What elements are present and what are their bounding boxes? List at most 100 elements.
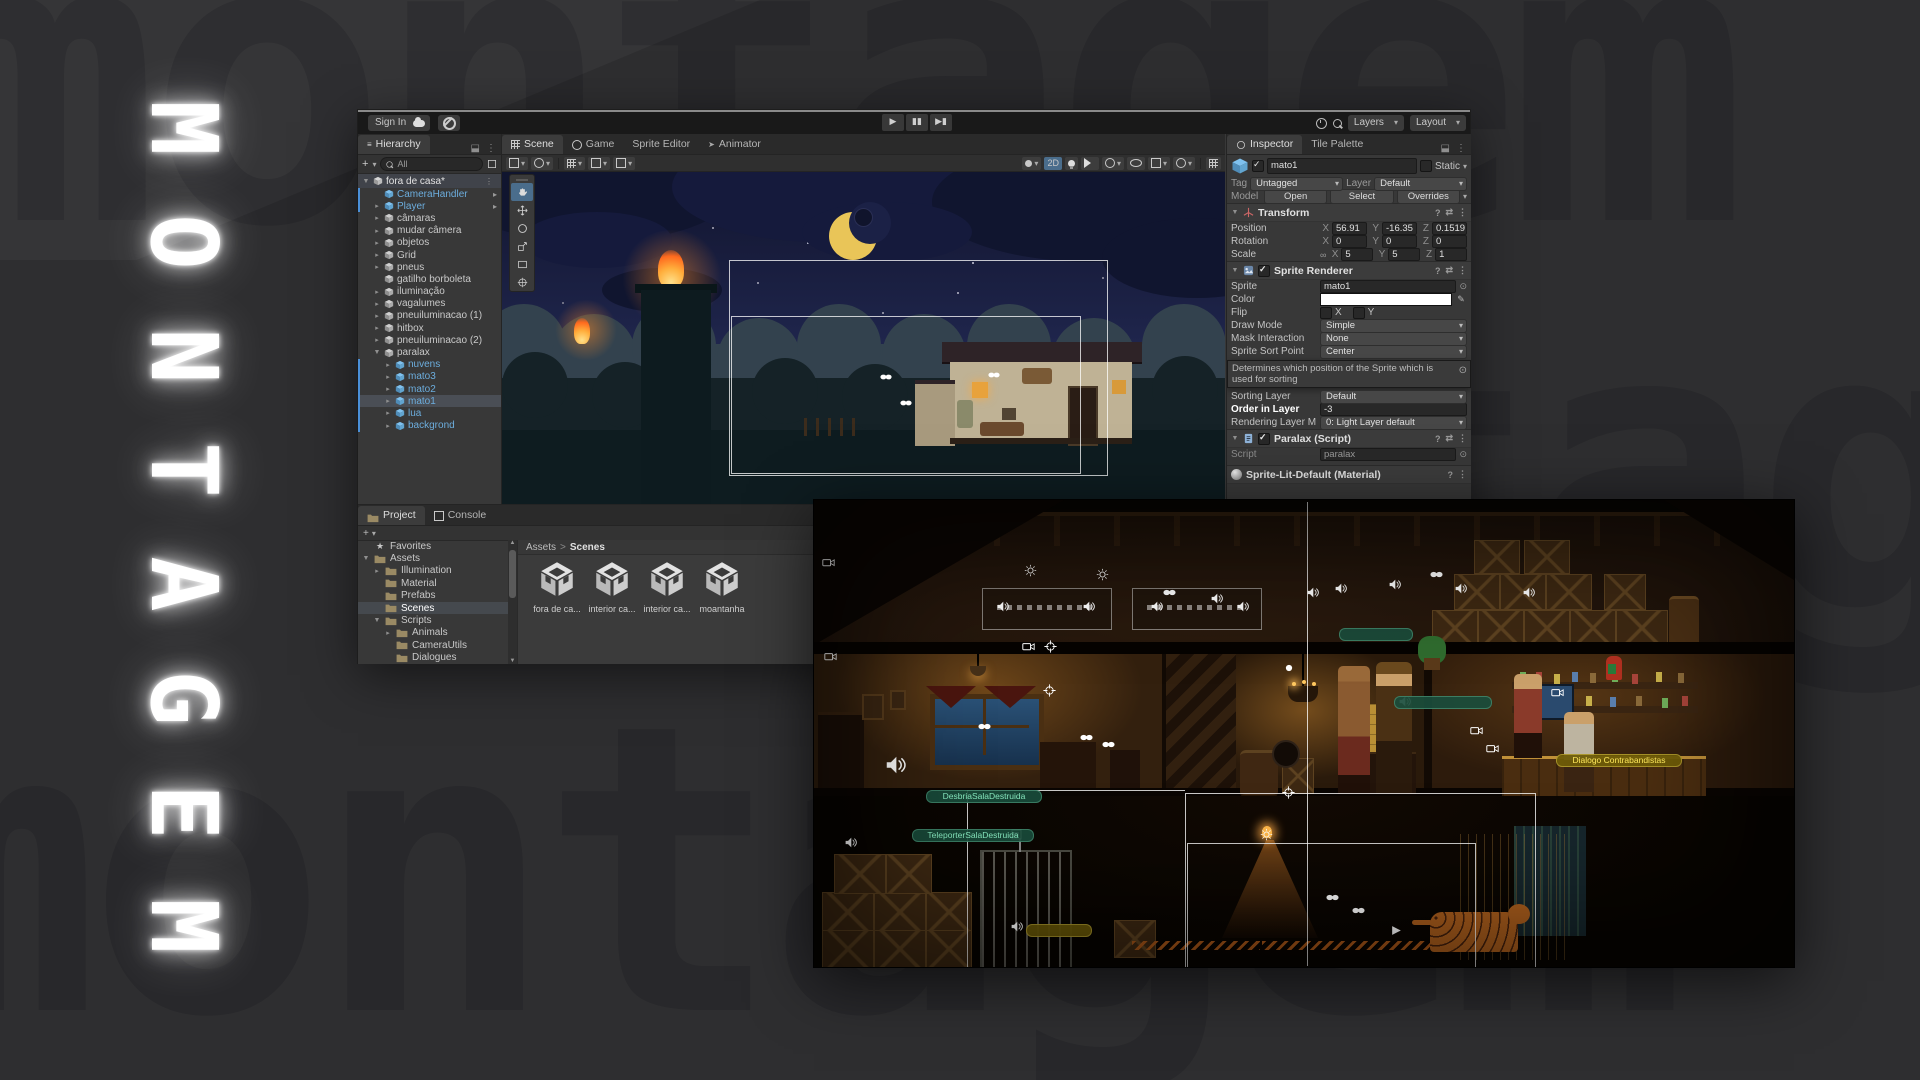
static-checkbox[interactable] [1420, 160, 1432, 172]
link-icon[interactable]: ∞ [1320, 250, 1326, 260]
hierarchy-item-backgrond[interactable]: ▸backgrond [358, 420, 501, 432]
tab-hierarchy[interactable]: ≡Hierarchy [358, 135, 430, 154]
tab-game[interactable]: Game [563, 135, 624, 154]
sprite-tool-button[interactable]: ▾ [531, 157, 553, 170]
kebab-menu-icon[interactable]: ⋮ [1458, 265, 1467, 276]
moth-gizmo-icon[interactable] [1326, 891, 1339, 909]
speaker-gizmo-icon[interactable] [1210, 592, 1223, 610]
scale-x-field[interactable]: 5 [1341, 248, 1373, 261]
expand-triangle-icon[interactable]: ▸ [384, 397, 392, 405]
pause-button[interactable]: ▮▮ [906, 114, 928, 131]
hierarchy-item-pneuiluminacao (1)[interactable]: ▸pneuiluminacao (1) [358, 310, 501, 322]
speaker-gizmo-icon[interactable] [1522, 586, 1535, 604]
play-button[interactable]: ▶ [882, 114, 904, 131]
expand-triangle-icon[interactable]: ▸ [373, 251, 381, 259]
tab-animator[interactable]: ➤Animator [699, 135, 770, 154]
scene-lighting-toggle[interactable] [1065, 157, 1078, 170]
foldout-triangle-icon[interactable]: ▼ [1231, 267, 1239, 274]
object-picker-icon[interactable]: ⊙ [1459, 281, 1467, 292]
prefab-nav-arrow-icon[interactable]: ▸ [493, 202, 501, 211]
hierarchy-item-hitbox[interactable]: ▸hitbox [358, 322, 501, 334]
rect-tool-button[interactable] [511, 255, 533, 273]
green-trigger-label[interactable] [1394, 696, 1492, 709]
rotate-tool-button[interactable] [511, 219, 533, 237]
speaker-gizmo-icon[interactable] [1334, 582, 1347, 600]
expand-triangle-icon[interactable]: ▸ [373, 324, 381, 332]
drag-handle[interactable] [516, 179, 528, 181]
expand-triangle-icon[interactable]: ▸ [373, 202, 381, 210]
expand-triangle-icon[interactable]: ▸ [373, 263, 381, 271]
grid-visibility-button[interactable] [1206, 157, 1221, 170]
expand-triangle-icon[interactable]: ▸ [373, 567, 381, 575]
hierarchy-item-lua[interactable]: ▸lua [358, 407, 501, 419]
component-enabled-checkbox[interactable] [1258, 265, 1270, 277]
expand-triangle-icon[interactable]: ▸ [384, 629, 392, 637]
help-icon[interactable]: ? [1435, 208, 1441, 218]
hierarchy-item-pneus[interactable]: ▸pneus [358, 261, 501, 273]
speaker-gizmo-icon[interactable] [1150, 600, 1163, 618]
project-folder-Scenes[interactable]: Scenes [358, 602, 508, 614]
cloud-services-button[interactable] [408, 115, 430, 131]
shading-mode-dropdown[interactable]: ▾ [1022, 157, 1041, 170]
kebab-menu-icon[interactable]: ⋮ [1458, 469, 1467, 480]
speaker-gizmo-icon[interactable] [1082, 600, 1095, 618]
settings-button[interactable] [438, 115, 460, 131]
create-add-button[interactable]: + [363, 528, 369, 539]
crosshair-gizmo-icon[interactable] [1282, 786, 1295, 804]
expand-triangle-icon[interactable]: ▼ [373, 617, 381, 624]
hierarchy-item-mato1[interactable]: ▸mato1 [358, 395, 501, 407]
picking-toggle-icon[interactable] [488, 160, 496, 168]
light-gizmo-icon[interactable] [1260, 828, 1273, 846]
speaker-gizmo-icon[interactable] [1236, 600, 1249, 618]
position-y-field[interactable]: -16.35 [1382, 222, 1417, 235]
expand-triangle-icon[interactable]: ▸ [373, 300, 381, 308]
grid-stamp-button[interactable]: ▾ [564, 157, 585, 170]
chevron-down-icon[interactable]: ▾ [1463, 162, 1467, 171]
visibility-toggle[interactable] [1127, 157, 1145, 170]
transform-component-header[interactable]: ▼ Transform ?⇄⋮ [1227, 203, 1471, 222]
hierarchy-item-CameraHandler[interactable]: CameraHandler▸ [358, 188, 501, 200]
help-icon[interactable]: ? [1435, 266, 1441, 276]
lock-icon[interactable]: ⬓ [471, 143, 480, 154]
help-icon[interactable]: ? [1448, 470, 1454, 480]
scene-audio-toggle[interactable] [1081, 157, 1099, 170]
layout-dropdown[interactable]: Layout▾ [1410, 115, 1466, 131]
breadcrumb-current[interactable]: Scenes [570, 542, 605, 553]
speaker-gizmo-icon[interactable] [996, 600, 1009, 618]
breadcrumb-root[interactable]: Assets [526, 542, 556, 553]
expand-triangle-icon[interactable]: ▸ [373, 312, 381, 320]
kebab-menu-icon[interactable]: ⋮ [1458, 433, 1467, 444]
moth-gizmo-icon[interactable] [1102, 738, 1115, 756]
sort-point-dropdown[interactable]: Center [1320, 345, 1467, 359]
project-folder-Material[interactable]: Material [358, 577, 508, 589]
rotation-y-field[interactable]: 0 [1382, 235, 1417, 248]
expand-triangle-icon[interactable]: ▸ [384, 373, 392, 381]
position-x-field[interactable]: 56.91 [1332, 222, 1367, 235]
draw-mode-dropdown[interactable]: Simple [1320, 319, 1467, 333]
presets-icon[interactable]: ⇄ [1445, 265, 1453, 276]
camera-gizmo-icon[interactable] [1486, 742, 1499, 760]
help-icon[interactable]: ? [1435, 434, 1441, 444]
camera-gizmo-icon[interactable] [822, 556, 835, 574]
project-folder-Animals[interactable]: ▸Animals [358, 627, 508, 639]
expand-triangle-icon[interactable]: ▸ [384, 409, 392, 417]
moth-gizmo-icon[interactable] [1080, 731, 1093, 749]
tab-scene[interactable]: Scene [502, 135, 563, 154]
hierarchy-item-Grid[interactable]: ▸Grid [358, 249, 501, 261]
position-z-field[interactable]: 0.1519 [1432, 222, 1467, 235]
speaker-gizmo-icon[interactable] [1454, 582, 1467, 600]
create-add-button[interactable]: + [362, 158, 368, 170]
scene-asset-interior ca...[interactable]: interior ca... [587, 558, 637, 614]
camera-settings-dropdown[interactable]: ▾ [1148, 157, 1170, 170]
camera-gizmo-icon[interactable] [1551, 686, 1564, 704]
camera-gizmo-icon[interactable] [824, 650, 837, 668]
arrow-gizmo-icon[interactable] [1390, 924, 1403, 942]
project-folder-Dialogues[interactable]: Dialogues [358, 652, 508, 664]
expand-triangle-icon[interactable]: ▼ [373, 349, 381, 356]
hierarchy-item-Player[interactable]: ▸Player▸ [358, 200, 501, 212]
hierarchy-item-mudar câmera[interactable]: ▸mudar câmera [358, 225, 501, 237]
project-folder-Scripts[interactable]: ▼Scripts [358, 614, 508, 626]
hierarchy-item-nuvens[interactable]: ▸nuvens [358, 359, 501, 371]
hierarchy-item-paralax[interactable]: ▼paralax [358, 346, 501, 358]
layer-dropdown[interactable]: Default [1374, 177, 1467, 191]
